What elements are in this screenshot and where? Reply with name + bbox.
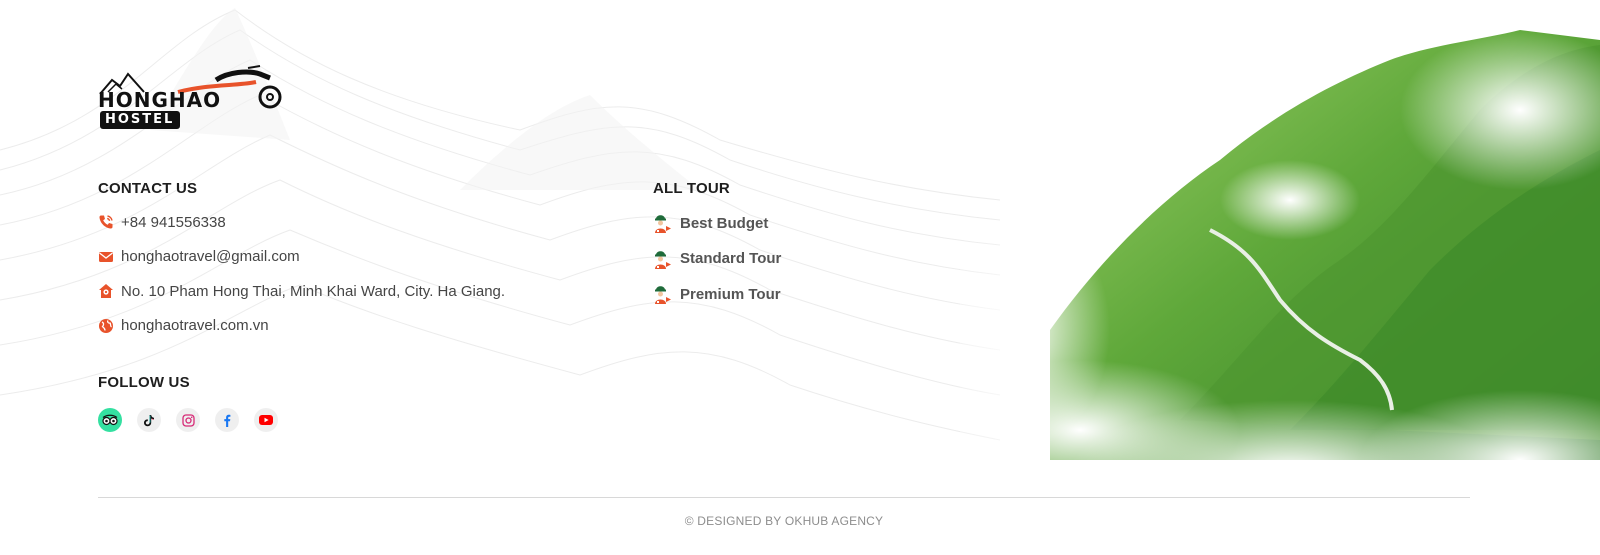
contact-list: +84 941556338 honghaotravel@gmail.com No…: [98, 212, 505, 350]
logo-sub-text: HOSTEL: [100, 111, 181, 129]
tour-guide-icon: [655, 250, 671, 269]
tour-guide-icon: [655, 286, 671, 304]
tripadvisor-icon: [102, 414, 118, 426]
tripadvisor-link[interactable]: [98, 408, 122, 432]
contact-address-text: No. 10 Pham Hong Thai, Minh Khai Ward, C…: [121, 282, 506, 300]
all-tour-heading: ALL TOUR: [653, 180, 730, 197]
honghao-hostel-logo[interactable]: HONGHAO HOSTEL: [98, 62, 288, 132]
site-footer: HONGHAO HOSTEL CONTACT US +84 941556338 …: [0, 0, 1600, 555]
contact-email-text: honghaotravel@gmail.com: [121, 248, 300, 265]
contact-address[interactable]: No. 10 Pham Hong Thai, Minh Khai Ward, C…: [98, 281, 505, 301]
tour-item-standard[interactable]: Standard Tour: [653, 247, 781, 271]
social-links: [98, 408, 278, 432]
globe-icon: [99, 318, 113, 333]
phone-icon: [99, 215, 113, 229]
contact-website-text: honghaotravel.com.vn: [121, 317, 269, 334]
tour-item-best-budget[interactable]: Best Budget: [653, 211, 781, 235]
follow-us-heading: FOLLOW US: [98, 374, 190, 391]
tour-list: Best Budget Standard Tour Premium Tour: [653, 211, 781, 318]
copyright-text: © DESIGNED BY OKHUB AGENCY: [684, 514, 884, 528]
contact-website[interactable]: honghaotravel.com.vn: [98, 316, 505, 336]
facebook-icon: [224, 414, 231, 427]
contact-phone-text: +84 941556338: [121, 213, 226, 231]
contact-phone[interactable]: +84 941556338: [98, 212, 505, 232]
home-location-icon: [99, 284, 113, 298]
tiktok-icon: [144, 414, 154, 426]
tiktok-link[interactable]: [137, 408, 161, 432]
facebook-link[interactable]: [215, 408, 239, 432]
tour-label-best-budget: Best Budget: [680, 214, 769, 232]
logo-brand-text: HONGHAO: [98, 88, 222, 112]
contact-us-heading: CONTACT US: [98, 180, 198, 197]
contact-email[interactable]: honghaotravel@gmail.com: [98, 247, 505, 267]
instagram-link[interactable]: [176, 408, 200, 432]
instagram-icon: [181, 413, 195, 427]
youtube-icon: [259, 415, 273, 425]
mail-icon: [99, 251, 113, 262]
tour-item-premium[interactable]: Premium Tour: [653, 282, 781, 306]
tour-label-standard: Standard Tour: [680, 250, 782, 267]
tour-guide-icon: [655, 215, 671, 233]
tour-label-premium: Premium Tour: [680, 285, 781, 303]
youtube-link[interactable]: [254, 408, 278, 432]
green-mountain-image: [960, 30, 1600, 555]
footer-divider: [98, 497, 1470, 498]
